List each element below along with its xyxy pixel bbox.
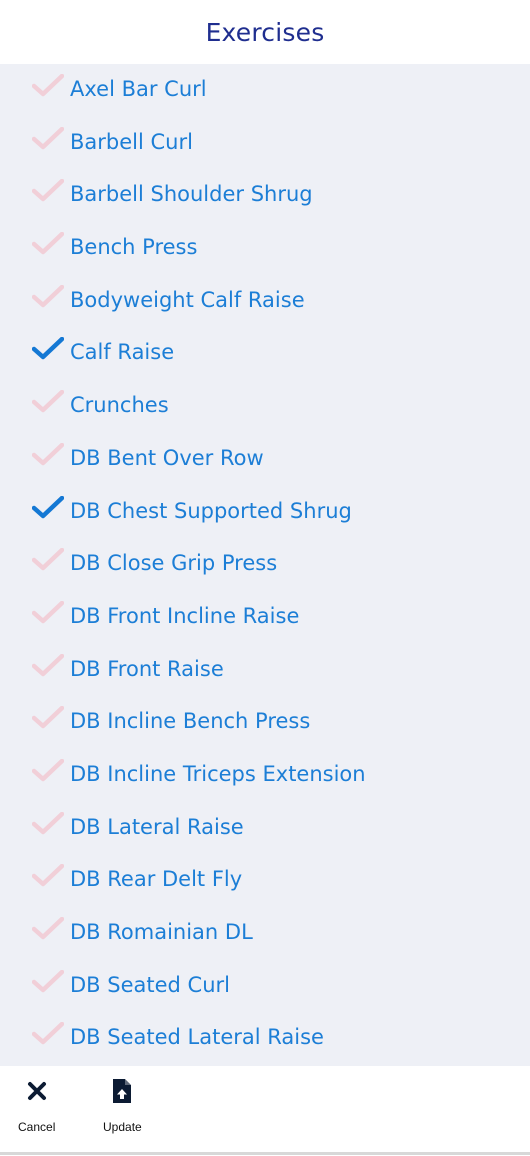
checkmark-icon (32, 969, 64, 994)
exercise-label: DB Incline Triceps Extension (70, 761, 366, 786)
exercise-label: DB Incline Bench Press (70, 709, 311, 734)
exercise-label: DB Front Raise (70, 656, 224, 681)
exercise-item[interactable]: DB Romainian DL (0, 907, 530, 960)
page-title: Exercises (205, 17, 325, 47)
checkmark-icon (32, 179, 64, 203)
update-label: Update (103, 1120, 142, 1134)
exercise-item[interactable]: DB Front Raise (0, 644, 530, 697)
exercise-label: DB Chest Supported Shrug (70, 498, 352, 523)
checkmark-icon (32, 758, 64, 783)
checkmark-icon (32, 126, 64, 151)
exercise-item[interactable]: Bench Press (0, 222, 530, 275)
checkmark-icon (32, 811, 64, 836)
exercise-item[interactable]: Axel Bar Curl (0, 64, 530, 117)
checkmark-icon (32, 284, 64, 309)
exercise-item[interactable]: DB Incline Triceps Extension (0, 749, 530, 802)
cancel-label: Cancel (18, 1120, 56, 1134)
exercise-item[interactable]: Crunches (0, 380, 530, 433)
checkmark-icon (32, 600, 64, 625)
checkmark-icon (32, 864, 64, 888)
checkmark-icon (32, 232, 64, 256)
checkmark-icon (32, 653, 64, 678)
close-icon (23, 1076, 51, 1106)
exercise-item[interactable]: DB Bent Over Row (0, 433, 530, 486)
exercise-label: DB Rear Delt Fly (70, 867, 243, 892)
exercise-label: Bench Press (70, 235, 198, 260)
footer-divider (0, 1152, 530, 1155)
bottom-toolbar: Cancel Update (0, 1066, 530, 1150)
exercise-label: DB Close Grip Press (70, 551, 278, 576)
exercise-item[interactable]: DB Front Incline Raise (0, 591, 530, 644)
exercise-label: Calf Raise (70, 340, 175, 365)
checkmark-icon (32, 706, 64, 730)
exercise-label: Axel Bar Curl (70, 77, 207, 101)
exercise-item[interactable]: DB Incline Bench Press (0, 696, 530, 749)
exercise-label: Bodyweight Calf Raise (70, 287, 305, 312)
exercise-item[interactable]: Barbell Curl (0, 117, 530, 170)
checkmark-icon (32, 917, 64, 941)
exercise-label: Crunches (70, 393, 169, 418)
checkmark-selected-icon (32, 495, 64, 520)
exercise-label: Barbell Curl (70, 129, 193, 154)
exercise-item[interactable]: DB Chest Supported Shrug (0, 486, 530, 539)
checkmark-icon (32, 390, 64, 414)
exercise-item[interactable]: Calf Raise (0, 327, 530, 380)
checkmark-icon (32, 74, 64, 98)
exercise-label: DB Seated Curl (70, 972, 230, 997)
exercise-label: DB Lateral Raise (70, 814, 244, 839)
header: Exercises (0, 0, 530, 64)
exercise-item[interactable]: DB Seated Lateral Raise (0, 1012, 530, 1065)
exercise-item[interactable]: Bodyweight Calf Raise (0, 275, 530, 328)
exercise-item[interactable]: DB Seated Curl (0, 960, 530, 1013)
app-window: Exercises Axel Bar Curl Barbell Curl Barbe… (0, 0, 530, 1156)
checkmark-icon (32, 1022, 64, 1046)
exercise-label: DB Bent Over Row (70, 445, 264, 470)
exercise-label: Barbell Shoulder Shrug (70, 182, 313, 207)
exercise-label: DB Front Incline Raise (70, 603, 300, 628)
file-upload-icon (108, 1076, 136, 1106)
checkmark-icon (32, 442, 64, 467)
exercise-item[interactable]: Barbell Shoulder Shrug (0, 169, 530, 222)
cancel-button[interactable]: Cancel (18, 1076, 55, 1134)
update-button[interactable]: Update (103, 1076, 142, 1134)
exercise-item[interactable]: DB Lateral Raise (0, 802, 530, 855)
exercise-list[interactable]: Axel Bar Curl Barbell Curl Barbell Shoulde… (0, 64, 530, 1066)
exercise-label: DB Seated Lateral Raise (70, 1025, 324, 1050)
checkmark-selected-icon (32, 337, 64, 361)
exercise-item[interactable]: DB Rear Delt Fly (0, 854, 530, 907)
checkmark-icon (32, 548, 64, 572)
exercise-label: DB Romainian DL (70, 920, 253, 944)
exercise-item[interactable]: DB Close Grip Press (0, 538, 530, 591)
